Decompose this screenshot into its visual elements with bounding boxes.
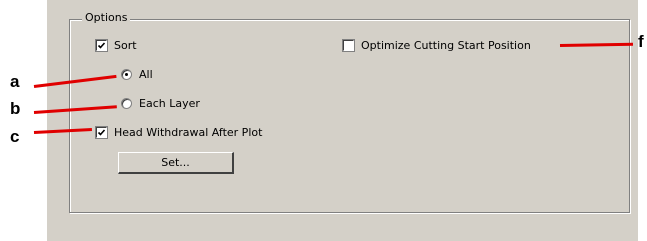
head-withdrawal-label: Head Withdrawal After Plot — [114, 126, 263, 139]
callout-letter-f: f — [638, 32, 644, 51]
all-label: All — [139, 68, 153, 81]
options-dialog-screenshot: Options Sort All Each Layer Head Withdra… — [0, 0, 647, 241]
checkmark-icon — [97, 129, 106, 136]
callout-letter-b: b — [10, 99, 21, 118]
all-radio[interactable]: All — [121, 68, 153, 81]
set-button[interactable]: Set... — [118, 152, 234, 174]
each-layer-radio[interactable]: Each Layer — [121, 97, 200, 110]
radio-selected-dot-icon — [125, 73, 128, 76]
optimize-checkbox-box[interactable] — [343, 40, 354, 51]
sort-label: Sort — [114, 39, 137, 52]
each-layer-radio-button[interactable] — [121, 98, 132, 109]
optimize-cutting-start-checkbox[interactable]: Optimize Cutting Start Position — [343, 39, 531, 52]
callout-letter-c: c — [10, 127, 20, 146]
sort-checkbox-box[interactable] — [96, 40, 107, 51]
head-withdrawal-checkbox-box[interactable] — [96, 127, 107, 138]
options-group-title: Options — [82, 11, 131, 25]
all-radio-button[interactable] — [121, 69, 132, 80]
sort-checkbox[interactable]: Sort — [96, 39, 137, 52]
callout-letter-a: a — [10, 72, 20, 91]
optimize-label: Optimize Cutting Start Position — [361, 39, 531, 52]
each-layer-label: Each Layer — [139, 97, 200, 110]
checkmark-icon — [97, 42, 106, 49]
head-withdrawal-checkbox[interactable]: Head Withdrawal After Plot — [96, 126, 262, 139]
